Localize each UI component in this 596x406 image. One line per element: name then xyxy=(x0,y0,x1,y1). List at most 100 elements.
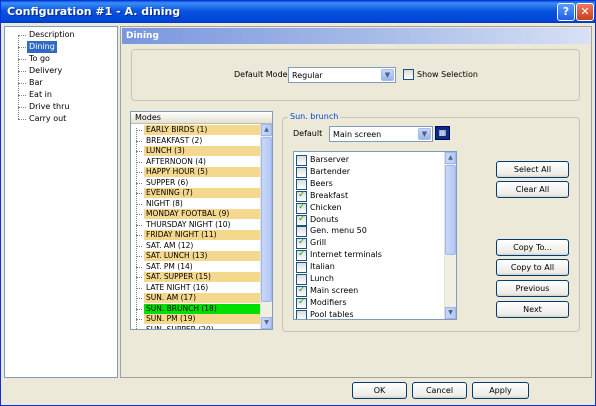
mode-list-item[interactable]: SUN. SUPPER (20) xyxy=(135,324,261,330)
mode-list-item[interactable]: AFTERNOON (4) xyxy=(135,157,261,167)
mode-list-item[interactable]: NIGHT (8) xyxy=(135,199,261,209)
option-checkbox[interactable] xyxy=(296,285,307,297)
tree-connector xyxy=(18,35,26,36)
options-checklist[interactable]: Barserver Bartender Beers Breakfast Chicken D… xyxy=(293,151,457,320)
ok-button[interactable]: OK xyxy=(352,382,407,399)
default-mode-select[interactable]: Regular ▼ xyxy=(288,67,396,83)
option-item[interactable]: Main screen xyxy=(296,285,444,297)
mode-list-item[interactable]: SUN. PM (19) xyxy=(135,314,261,324)
apply-button[interactable]: Apply xyxy=(472,382,529,399)
mode-list-item[interactable]: SAT. SUPPER (15) xyxy=(135,272,261,282)
default-screen-label: Default xyxy=(293,129,323,138)
modes-list[interactable]: Modes EARLY BIRDS (1) BREAKFAST (2) LUNCH … xyxy=(130,111,273,330)
mode-item-label: SUN. AM (17) xyxy=(144,293,261,303)
mode-item-label: SAT. LUNCH (13) xyxy=(144,251,261,261)
option-item[interactable]: Italian xyxy=(296,261,444,274)
mode-item-label: MONDAY FOOTBAL (9) xyxy=(144,209,261,219)
option-label: Bartender xyxy=(310,166,351,176)
clear-all-button[interactable]: Clear All xyxy=(496,181,569,198)
option-item[interactable]: Modifiers xyxy=(296,297,444,309)
tree-connector xyxy=(18,47,26,48)
mode-list-item[interactable]: SAT. AM (12) xyxy=(135,241,261,251)
option-checkbox[interactable] xyxy=(296,178,307,190)
mode-item-label: BREAKFAST (2) xyxy=(146,135,203,145)
mode-list-item[interactable]: EVENING (7) xyxy=(135,188,261,198)
option-checkbox[interactable] xyxy=(296,190,307,202)
mode-list-item[interactable]: LATE NIGHT (16) xyxy=(135,283,261,293)
option-checkbox[interactable] xyxy=(296,249,307,262)
mode-list-item[interactable]: FRIDAY NIGHT (11) xyxy=(135,230,261,240)
option-item[interactable]: Internet terminals xyxy=(296,249,444,262)
mode-item-label: HAPPY HOUR (5) xyxy=(144,167,261,177)
option-item[interactable]: Breakfast xyxy=(296,190,444,202)
option-item[interactable]: Grill xyxy=(296,237,444,250)
option-checkbox[interactable] xyxy=(296,309,307,319)
option-checkbox[interactable] xyxy=(296,274,307,285)
option-item[interactable]: Pool tables xyxy=(296,309,444,319)
tree-connector xyxy=(136,130,142,131)
mode-list-item[interactable]: SUN. BRUNCH (18) xyxy=(135,303,261,314)
copy-to-button[interactable]: Copy To... xyxy=(496,239,569,256)
tree-connector xyxy=(136,245,142,247)
option-item[interactable]: Gen. menu 50 xyxy=(296,225,444,238)
mode-item-label: SUN. SUPPER (20) xyxy=(146,324,214,330)
option-item[interactable]: Barserver xyxy=(296,154,444,166)
option-item[interactable]: Lunch xyxy=(296,273,444,285)
default-screen-select[interactable]: Main screen ▼ xyxy=(329,126,433,142)
mode-list-item[interactable]: MONDAY FOOTBAL (9) xyxy=(135,209,261,219)
help-button[interactable]: ? xyxy=(557,3,575,21)
option-label: Main screen xyxy=(310,285,359,295)
select-all-button[interactable]: Select All xyxy=(496,161,569,178)
tree-connector xyxy=(18,119,26,120)
tree-connector xyxy=(136,161,142,163)
mode-list-item[interactable]: THURSDAY NIGHT (10) xyxy=(135,220,261,230)
mode-list-item[interactable]: SAT. LUNCH (13) xyxy=(135,251,261,261)
default-mode-group: Default Mode Regular ▼ Show Selection xyxy=(131,49,580,101)
option-checkbox[interactable] xyxy=(296,202,307,214)
option-item[interactable]: Donuts xyxy=(296,214,444,226)
cancel-button[interactable]: Cancel xyxy=(412,382,467,399)
show-selection-checkbox[interactable] xyxy=(403,69,414,80)
tree-connector xyxy=(136,224,142,226)
option-checkbox[interactable] xyxy=(296,262,307,274)
previous-button[interactable]: Previous xyxy=(496,280,569,297)
copy-to-all-button[interactable]: Copy to All xyxy=(496,259,569,276)
panel-title: Dining xyxy=(122,28,590,44)
next-button[interactable]: Next xyxy=(496,301,569,318)
mode-list-item[interactable]: SUPPER (6) xyxy=(135,178,261,188)
option-item[interactable]: Beers xyxy=(296,178,444,190)
mode-item-label: SAT. AM (12) xyxy=(146,240,194,250)
option-checkbox[interactable] xyxy=(296,166,307,178)
mode-list-item[interactable]: LUNCH (3) xyxy=(135,146,261,156)
tree-connector xyxy=(136,151,142,152)
scroll-down-icon[interactable]: ▼ xyxy=(261,317,272,329)
title-bar[interactable]: Configuration #1 - A. dining ? ✕ xyxy=(1,1,595,23)
option-checkbox[interactable] xyxy=(296,297,307,309)
mode-item-label: SAT. PM (14) xyxy=(146,261,193,271)
mode-list-item[interactable]: EARLY BIRDS (1) xyxy=(135,125,261,135)
scrollbar-thumb[interactable] xyxy=(445,165,456,255)
scroll-down-icon[interactable]: ▼ xyxy=(445,307,456,319)
mode-list-item[interactable]: SAT. PM (14) xyxy=(135,262,261,272)
option-checkbox[interactable] xyxy=(296,155,307,166)
mode-list-item[interactable]: SUN. AM (17) xyxy=(135,293,261,303)
chevron-down-icon[interactable]: ▼ xyxy=(418,128,431,140)
mode-list-item[interactable]: BREAKFAST (2) xyxy=(135,136,261,146)
option-checkbox[interactable] xyxy=(296,226,307,238)
chevron-down-icon[interactable]: ▼ xyxy=(381,69,394,81)
mode-list-item[interactable]: HAPPY HOUR (5) xyxy=(135,167,261,177)
close-button[interactable]: ✕ xyxy=(576,3,594,21)
scroll-up-icon[interactable]: ▲ xyxy=(445,152,456,164)
screen-layout-icon[interactable]: ▦ xyxy=(435,126,450,140)
option-checkbox[interactable] xyxy=(296,237,307,250)
option-item[interactable]: Chicken xyxy=(296,202,444,214)
options-scrollbar[interactable]: ▲ ▼ xyxy=(444,152,456,319)
tree-item-label: Description xyxy=(29,30,75,39)
option-checkbox[interactable] xyxy=(296,214,307,226)
scroll-up-icon[interactable]: ▲ xyxy=(261,124,272,136)
tree-item-label: Dining xyxy=(27,41,57,53)
tree-item-label: To go xyxy=(29,54,50,63)
scrollbar-thumb[interactable] xyxy=(261,137,272,302)
option-item[interactable]: Bartender xyxy=(296,166,444,178)
modes-scrollbar[interactable]: ▲ ▼ xyxy=(260,124,272,329)
